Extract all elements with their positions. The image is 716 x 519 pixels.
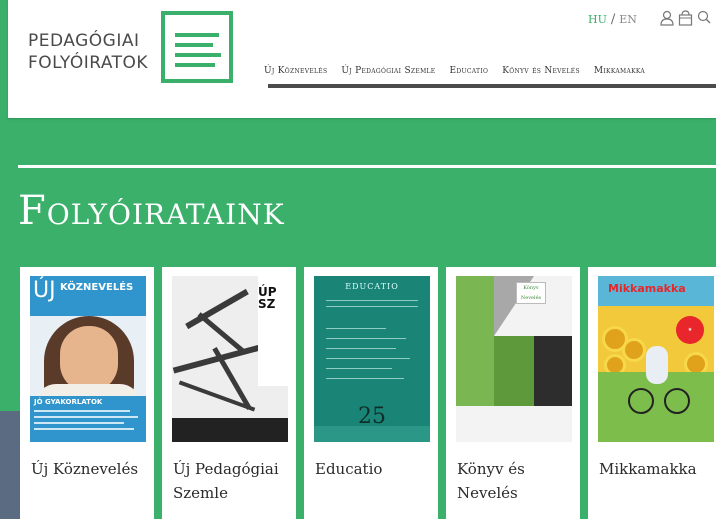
nav-item-uj-pedagogiai-szemle[interactable]: Új Pedagógiai Szemle bbox=[341, 66, 435, 76]
journal-card-label[interactable]: Educatio bbox=[315, 457, 435, 481]
journal-card-educatio[interactable]: EDUCATIO 25 Educatio bbox=[304, 267, 438, 519]
journal-card-label[interactable]: Új Pedagógiai Szemle bbox=[173, 457, 293, 505]
nav-underline bbox=[268, 84, 716, 88]
page-background: PEDAGÓGIAI FOLYÓIRATOK HU / EN Új Köznev… bbox=[0, 0, 716, 519]
journal-cover-image[interactable]: Mikkamakka ★ bbox=[598, 276, 714, 442]
journal-card-label[interactable]: Könyv és Nevelés bbox=[457, 457, 577, 505]
nav-item-mikkamakka[interactable]: Mikkamakka bbox=[594, 66, 645, 76]
journal-cover-image[interactable]: Könyv Nevelés bbox=[456, 276, 572, 442]
nav-item-educatio[interactable]: Educatio bbox=[449, 66, 488, 76]
brand-logo-text[interactable]: PEDAGÓGIAI FOLYÓIRATOK bbox=[28, 30, 148, 74]
page-edge-decoration bbox=[0, 411, 20, 519]
cover-title: Mikkamakka bbox=[608, 282, 686, 295]
header-icons bbox=[660, 10, 711, 26]
cover-subtitle: KÖZNEVELÉS bbox=[60, 282, 134, 293]
journal-cover-image[interactable]: ÚJ KÖZNEVELÉS JÓ GYAKORLATOK bbox=[30, 276, 146, 442]
cover-badge-icon: ★ bbox=[676, 316, 704, 344]
journal-card-mikkamakka[interactable]: Mikkamakka ★ Mikkamakka bbox=[588, 267, 716, 519]
cover-title: Könyv Nevelés bbox=[516, 282, 546, 304]
lang-en-link[interactable]: EN bbox=[619, 13, 637, 26]
lang-hu-link[interactable]: HU bbox=[588, 13, 607, 26]
user-icon[interactable] bbox=[660, 10, 674, 26]
cover-band-text: JÓ GYAKORLATOK bbox=[34, 398, 103, 406]
nav-item-konyv-es-neveles[interactable]: Könyv és Nevelés bbox=[502, 66, 580, 76]
brand-logo-icon[interactable] bbox=[161, 11, 233, 83]
nav-item-uj-koznevelés[interactable]: Új Köznevelés bbox=[264, 66, 327, 76]
journal-card-konyv-es-neveles[interactable]: Könyv Nevelés Könyv és Nevelés bbox=[446, 267, 580, 519]
search-icon[interactable] bbox=[697, 10, 711, 26]
cart-icon[interactable] bbox=[678, 10, 693, 26]
brand-line-1: PEDAGÓGIAI bbox=[28, 31, 140, 51]
main-nav: Új Köznevelés Új Pedagógiai Szemle Educa… bbox=[264, 66, 716, 76]
journal-card-label[interactable]: Új Köznevelés bbox=[31, 457, 151, 481]
journal-card-label[interactable]: Mikkamakka bbox=[599, 457, 716, 481]
brand-line-2: FOLYÓIRATOK bbox=[28, 53, 149, 73]
journal-card-uj-pedagogiai-szemle[interactable]: ÚP SZ Új Pedagógiai Szemle bbox=[162, 267, 296, 519]
lang-separator: / bbox=[610, 12, 616, 27]
site-header: PEDAGÓGIAI FOLYÓIRATOK HU / EN Új Köznev… bbox=[8, 0, 716, 118]
page-title: Folyóirataink bbox=[18, 188, 285, 234]
language-switcher: HU / EN bbox=[588, 12, 637, 27]
journal-cover-image[interactable]: EDUCATIO 25 bbox=[314, 276, 430, 442]
journal-card-uj-koznevelés[interactable]: ÚJ KÖZNEVELÉS JÓ GYAKORLATOK Új Köznevel… bbox=[20, 267, 154, 519]
cover-title: EDUCATIO bbox=[345, 282, 399, 291]
journal-cover-image[interactable]: ÚP SZ bbox=[172, 276, 288, 442]
cover-title: ÚJ bbox=[33, 278, 56, 303]
cover-title: ÚP SZ bbox=[258, 285, 277, 311]
title-divider bbox=[18, 165, 716, 168]
